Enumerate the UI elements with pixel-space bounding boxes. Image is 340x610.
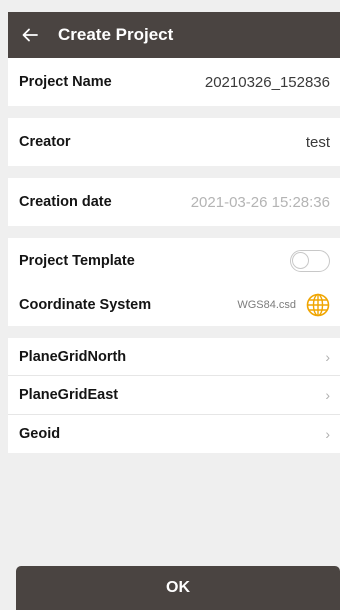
section-gap [8, 226, 340, 238]
globe-icon[interactable] [306, 293, 330, 317]
project-name-label: Project Name [19, 74, 112, 90]
creation-date-label: Creation date [19, 194, 112, 210]
plane-grid-north-label: PlaneGridNorth [19, 348, 127, 365]
chevron-right-icon: › [325, 426, 330, 442]
project-name-value[interactable]: 20210326_152836 [205, 74, 330, 91]
toggle-knob [292, 252, 309, 269]
section-gap [8, 166, 340, 178]
project-template-row: Project Template [8, 238, 340, 284]
creator-value[interactable]: test [306, 134, 330, 151]
creator-row[interactable]: Creator test [8, 118, 340, 166]
creation-date-value: 2021-03-26 15:28:36 [190, 193, 330, 211]
arrow-left-icon [22, 28, 38, 42]
coordinate-system-value: WGS84.csd [237, 299, 296, 311]
project-template-toggle[interactable] [290, 250, 330, 272]
coordinate-system-label: Coordinate System [19, 297, 152, 313]
app-bar: Create Project [8, 12, 340, 58]
creation-date-row: Creation date 2021-03-26 15:28:36 [8, 178, 340, 226]
nav-item-plane-grid-north[interactable]: PlaneGridNorth › [8, 338, 340, 375]
chevron-right-icon: › [325, 387, 330, 403]
creator-label: Creator [19, 134, 71, 150]
section-gap [8, 106, 340, 118]
project-form: Project Name 20210326_152836 Creator tes… [8, 58, 340, 453]
section-gap [8, 326, 340, 338]
back-button[interactable] [10, 12, 50, 58]
geoid-label: Geoid [19, 426, 61, 442]
chevron-right-icon: › [325, 348, 330, 365]
project-name-row[interactable]: Project Name 20210326_152836 [8, 58, 340, 106]
nav-item-plane-grid-east[interactable]: PlaneGridEast › [8, 376, 340, 414]
project-template-label: Project Template [19, 253, 135, 269]
page-title: Create Project [58, 25, 174, 44]
ok-button[interactable]: OK [16, 566, 340, 610]
coordinate-system-row[interactable]: Coordinate System WGS84.csd [8, 284, 340, 326]
nav-item-geoid[interactable]: Geoid › [8, 415, 340, 453]
plane-grid-east-label: PlaneGridEast [19, 387, 119, 403]
